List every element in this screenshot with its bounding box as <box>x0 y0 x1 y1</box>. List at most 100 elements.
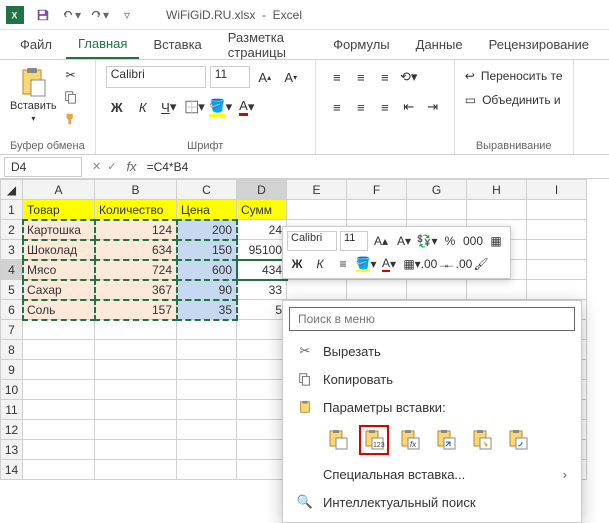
row-header-8[interactable]: 8 <box>1 340 23 360</box>
align-middle-icon[interactable]: ≡ <box>350 66 372 88</box>
col-header-I[interactable]: I <box>527 180 587 200</box>
col-header-D[interactable]: D <box>237 180 287 200</box>
cell-B5[interactable]: 367 <box>95 280 177 300</box>
cell[interactable] <box>347 280 407 300</box>
paste-formulas-icon[interactable]: fx <box>395 425 425 455</box>
row-header-11[interactable]: 11 <box>1 400 23 420</box>
align-left-icon[interactable]: ≡ <box>326 96 348 118</box>
cell[interactable] <box>23 360 95 380</box>
mini-center-icon[interactable]: ≡ <box>333 254 353 274</box>
cell[interactable] <box>407 280 467 300</box>
cm-smart-lookup[interactable]: 🔍 Интеллектуальный поиск <box>289 488 575 516</box>
italic-button[interactable]: К <box>132 96 154 118</box>
fill-color-button[interactable]: 🪣▾ <box>210 96 232 118</box>
cell-D1[interactable]: Сумм <box>237 200 287 220</box>
row-header-13[interactable]: 13 <box>1 440 23 460</box>
formula-input[interactable]: =C4*B4 <box>141 160 609 174</box>
cell[interactable] <box>407 200 467 220</box>
col-header-E[interactable]: E <box>287 180 347 200</box>
cell[interactable] <box>95 400 177 420</box>
col-header-F[interactable]: F <box>347 180 407 200</box>
mini-font-size[interactable]: 11 <box>340 231 368 251</box>
mini-increase-font-icon[interactable]: A▴ <box>371 231 391 251</box>
underline-button[interactable]: Ч▾ <box>158 96 180 118</box>
align-center-icon[interactable]: ≡ <box>350 96 372 118</box>
cell[interactable] <box>467 200 527 220</box>
tab-review[interactable]: Рецензирование <box>477 31 601 58</box>
cell-A1[interactable]: Товар <box>23 200 95 220</box>
col-header-A[interactable]: A <box>23 180 95 200</box>
cell[interactable] <box>23 380 95 400</box>
tab-file[interactable]: Файл <box>8 31 64 58</box>
borders-button[interactable]: ▾ <box>184 96 206 118</box>
cell[interactable] <box>237 380 287 400</box>
cell[interactable] <box>177 320 237 340</box>
cell[interactable] <box>177 340 237 360</box>
increase-indent-icon[interactable]: ⇥ <box>422 96 444 118</box>
row-header-4[interactable]: 4 <box>1 260 23 280</box>
bold-button[interactable]: Ж <box>106 96 128 118</box>
cell-D2[interactable]: 24 <box>237 220 287 240</box>
align-bottom-icon[interactable]: ≡ <box>374 66 396 88</box>
paste-all-icon[interactable] <box>323 425 353 455</box>
mini-conditional-format-icon[interactable]: ▦ <box>486 231 506 251</box>
paste-button[interactable]: Вставить ▾ <box>10 66 57 123</box>
cell-A2[interactable]: Картошка <box>23 220 95 240</box>
cell[interactable] <box>23 460 95 480</box>
wrap-text-button[interactable]: ↩ Переносить те <box>465 66 563 86</box>
font-size-select[interactable]: 11 <box>210 66 250 88</box>
cell-A4[interactable]: Мясо <box>23 260 95 280</box>
cm-copy[interactable]: Копировать <box>289 365 575 393</box>
row-header-6[interactable]: 6 <box>1 300 23 320</box>
align-top-icon[interactable]: ≡ <box>326 66 348 88</box>
cell[interactable] <box>527 240 587 260</box>
paste-link-icon[interactable] <box>503 425 533 455</box>
mini-increase-decimal-icon[interactable]: ←.00 <box>448 254 468 274</box>
cell-B2[interactable]: 124 <box>95 220 177 240</box>
cell[interactable] <box>237 400 287 420</box>
decrease-indent-icon[interactable]: ⇤ <box>398 96 420 118</box>
row-header-2[interactable]: 2 <box>1 220 23 240</box>
redo-icon[interactable]: ▾ <box>88 4 110 26</box>
cell-B1[interactable]: Количество <box>95 200 177 220</box>
cell[interactable] <box>237 320 287 340</box>
cell[interactable] <box>95 420 177 440</box>
cell-C3[interactable]: 150 <box>177 240 237 260</box>
cell[interactable] <box>23 440 95 460</box>
tab-formulas[interactable]: Формулы <box>321 31 402 58</box>
cell-B4[interactable]: 724 <box>95 260 177 280</box>
cell[interactable] <box>95 440 177 460</box>
cell[interactable] <box>95 320 177 340</box>
mini-percent-icon[interactable]: % <box>440 231 460 251</box>
paste-transpose-icon[interactable] <box>431 425 461 455</box>
cell[interactable] <box>23 420 95 440</box>
mini-bold-icon[interactable]: Ж <box>287 254 307 274</box>
save-icon[interactable] <box>32 4 54 26</box>
cell-C2[interactable]: 200 <box>177 220 237 240</box>
cell[interactable] <box>527 260 587 280</box>
mini-comma-icon[interactable]: 000 <box>463 231 483 251</box>
format-painter-icon[interactable] <box>61 110 81 128</box>
row-header-9[interactable]: 9 <box>1 360 23 380</box>
cell[interactable] <box>287 280 347 300</box>
cm-cut[interactable]: ✂ Вырезать <box>289 337 575 365</box>
qat-customize-icon[interactable]: ▿ <box>116 4 138 26</box>
tab-home[interactable]: Главная <box>66 30 139 59</box>
col-header-B[interactable]: B <box>95 180 177 200</box>
cell[interactable] <box>177 360 237 380</box>
cell[interactable] <box>95 460 177 480</box>
mini-decrease-font-icon[interactable]: A▾ <box>394 231 414 251</box>
cell[interactable] <box>527 280 587 300</box>
cell[interactable] <box>237 360 287 380</box>
copy-icon[interactable] <box>61 88 81 106</box>
cell[interactable] <box>95 360 177 380</box>
row-header-14[interactable]: 14 <box>1 460 23 480</box>
row-header-3[interactable]: 3 <box>1 240 23 260</box>
cell-C5[interactable]: 90 <box>177 280 237 300</box>
cell-B3[interactable]: 634 <box>95 240 177 260</box>
cell-C4[interactable]: 600 <box>177 260 237 280</box>
cell[interactable] <box>287 200 347 220</box>
cell-D6[interactable]: 5 <box>237 300 287 320</box>
merge-center-button[interactable]: ▭ Объединить и <box>465 90 561 110</box>
cm-paste-special[interactable]: Специальная вставка... › <box>289 461 575 488</box>
